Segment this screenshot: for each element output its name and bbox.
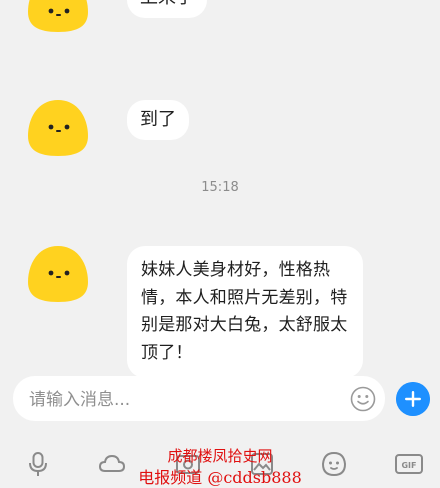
microphone-icon[interactable]: [24, 450, 52, 478]
chat-area: 上来了 到了 15:18 妹妹人美身材好，性格热情，本人和照片无差别，特别是那对…: [0, 0, 440, 378]
avatar[interactable]: [26, 0, 90, 34]
timestamp: 15:18: [201, 180, 239, 195]
photo-icon[interactable]: [174, 450, 202, 478]
message-input-bar: [13, 376, 385, 423]
bottom-toolbar: GIF: [0, 440, 440, 488]
cloud-icon[interactable]: [98, 450, 126, 478]
avatar[interactable]: [26, 244, 90, 304]
gif-icon[interactable]: GIF: [394, 450, 424, 478]
message-bubble[interactable]: 妹妹人美身材好，性格热情，本人和照片无差别，特别是那对大白兔，太舒服太顶了！: [127, 246, 363, 378]
message-bubble[interactable]: 到了: [127, 100, 189, 140]
image-icon[interactable]: [248, 450, 276, 478]
emoji-icon[interactable]: [350, 386, 376, 412]
avatar[interactable]: [26, 98, 90, 158]
message-bubble[interactable]: 上来了: [127, 0, 207, 18]
add-button[interactable]: [396, 382, 430, 416]
smiley-icon[interactable]: [320, 450, 348, 478]
svg-text:GIF: GIF: [401, 461, 416, 470]
message-input[interactable]: [27, 376, 351, 423]
